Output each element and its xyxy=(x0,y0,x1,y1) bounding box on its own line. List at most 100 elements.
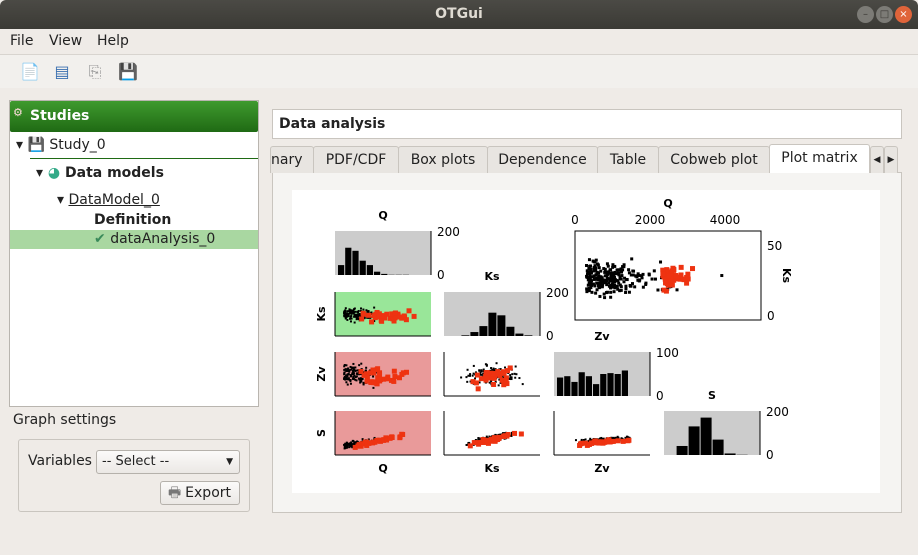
data-point xyxy=(351,439,354,442)
highlight-point xyxy=(610,438,616,444)
data-point xyxy=(477,437,480,440)
data-point xyxy=(644,282,648,286)
data-point xyxy=(594,258,598,262)
data-point xyxy=(609,290,613,294)
scatter-bg xyxy=(554,411,650,455)
tab-pdf-cdf[interactable]: PDF/CDF xyxy=(313,146,399,173)
save-icon[interactable]: 💾 xyxy=(117,61,139,83)
data-point xyxy=(580,438,583,441)
data-point xyxy=(350,375,353,378)
data-models-item[interactable]: ▾ ◕ Data models xyxy=(36,165,164,181)
study-item[interactable]: ▾ 💾 Study_0 xyxy=(16,137,106,153)
menu-help[interactable]: Help xyxy=(97,33,129,49)
data-point xyxy=(490,367,493,370)
tab-box-plots[interactable]: Box plots xyxy=(398,146,488,173)
open-study-icon[interactable]: ▤ xyxy=(51,61,73,83)
histogram-bar-Ks xyxy=(515,333,524,336)
variables-select[interactable]: -- Select -- ▼ xyxy=(96,450,240,474)
data-point xyxy=(612,290,616,294)
data-point xyxy=(616,435,619,438)
data-point xyxy=(346,383,349,386)
highlight-point xyxy=(387,435,393,441)
data-point xyxy=(351,366,354,369)
export-button[interactable]: 🖶 Export xyxy=(160,481,240,505)
histogram-ymin-label: 0 xyxy=(766,448,774,462)
highlight-point xyxy=(504,433,510,439)
histogram-bar-Zv xyxy=(557,377,564,396)
histogram-ymax-label: 200 xyxy=(437,225,460,239)
menu-view[interactable]: View xyxy=(49,33,82,49)
histogram-bar-Q xyxy=(338,265,345,275)
data-point xyxy=(349,382,352,385)
window-title: OTGui xyxy=(0,0,918,29)
highlight-point xyxy=(392,310,398,316)
highlight-point xyxy=(473,380,479,386)
data-point xyxy=(343,371,346,374)
data-point xyxy=(622,280,626,284)
data-point xyxy=(465,376,468,379)
data-models-label: Data models xyxy=(65,165,164,181)
plot-matrix[interactable]: 200 0 Q 200 0 Ks 100 0 Zv 200 0 S Ks Zv Q S Ks Zv Q 0 2000 40… xyxy=(292,190,880,493)
data-point xyxy=(350,315,353,318)
data-point xyxy=(609,295,613,299)
data-point xyxy=(592,266,596,270)
export-label: Export xyxy=(185,485,231,501)
data-model-item[interactable]: ▾ DataModel_0 xyxy=(57,192,160,208)
data-point xyxy=(359,381,362,384)
data-point xyxy=(615,272,619,276)
tab-scroll-left[interactable]: ◀ xyxy=(870,146,884,173)
data-point xyxy=(356,373,359,376)
tab-summary[interactable]: nary xyxy=(270,146,314,173)
highlight-point xyxy=(366,312,372,318)
data-point xyxy=(354,366,357,369)
highlight-point xyxy=(474,372,480,378)
definition-item[interactable]: Definition xyxy=(94,212,171,228)
data-point xyxy=(349,317,352,320)
highlight-point xyxy=(678,264,684,270)
studies-header: Studies xyxy=(10,101,258,132)
data-point xyxy=(351,369,354,372)
menu-file[interactable]: File xyxy=(10,33,33,49)
tab-plot-matrix[interactable]: Plot matrix xyxy=(769,144,870,173)
histogram-bar-Zv xyxy=(585,376,592,396)
highlight-point xyxy=(475,386,481,392)
divider xyxy=(30,158,258,159)
minimize-button[interactable]: – xyxy=(857,6,874,23)
data-point xyxy=(356,369,359,372)
tab-cobweb-plot[interactable]: Cobweb plot xyxy=(658,146,770,173)
variable-label-Zv: Zv xyxy=(594,330,610,343)
y-axis-label-Ks: Ks xyxy=(315,306,328,322)
plot-matrix-svg: 2000Q2000Ks1000Zv2000SKsZvQSKs ZvQ0 2000 40… xyxy=(315,197,793,475)
data-point xyxy=(627,268,631,272)
new-study-icon[interactable]: 📄 xyxy=(19,61,41,83)
zoom-plot-xtick: 4000 xyxy=(710,213,741,227)
highlight-point xyxy=(467,443,473,449)
data-point xyxy=(633,285,637,289)
data-point xyxy=(344,315,347,318)
histogram-bar-S xyxy=(700,417,712,455)
data-point xyxy=(614,278,618,282)
highlight-point xyxy=(680,276,686,282)
histogram-bar-Ks xyxy=(470,332,479,336)
scatter-bg xyxy=(335,411,431,455)
highlight-point xyxy=(615,438,621,444)
histogram-ymax-label: 100 xyxy=(656,346,679,360)
maximize-button[interactable]: □ xyxy=(876,6,893,23)
highlight-point xyxy=(475,440,481,446)
tab-dependence[interactable]: Dependence xyxy=(487,146,598,173)
highlight-point xyxy=(604,438,610,444)
data-point xyxy=(602,267,606,271)
data-point xyxy=(627,290,631,294)
close-button[interactable]: × xyxy=(895,6,912,23)
tab-scroll-right[interactable]: ▶ xyxy=(884,146,898,173)
tab-table[interactable]: Table xyxy=(597,146,659,173)
data-point xyxy=(373,306,376,309)
data-point xyxy=(372,375,375,378)
data-point xyxy=(354,376,357,379)
highlight-point xyxy=(397,435,403,441)
import-icon[interactable]: ⎘ xyxy=(84,61,106,83)
data-analysis-item[interactable]: ✔ dataAnalysis_0 xyxy=(94,231,215,247)
data-point xyxy=(632,269,636,273)
zoom-plot-xtick: 2000 xyxy=(635,213,666,227)
data-point xyxy=(595,262,599,266)
